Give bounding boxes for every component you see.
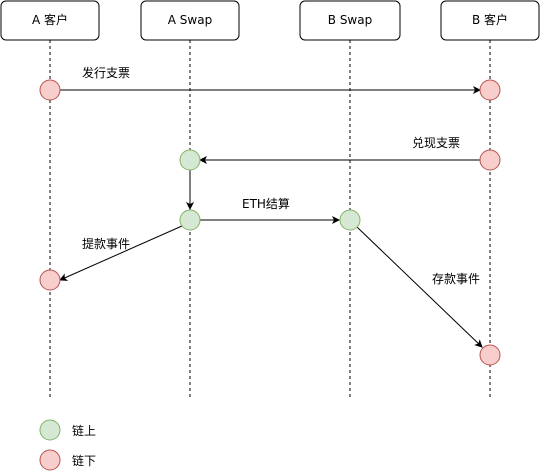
event-nodes [39, 79, 501, 366]
legend-offchain-label: 链下 [72, 453, 96, 468]
offchain-node [479, 344, 501, 366]
participant-label: B 客户 [472, 12, 508, 27]
legend-offchain-swatch [39, 449, 61, 471]
participant-a-swap: A Swap [140, 0, 240, 41]
diagram-canvas: A 客户 A Swap B Swap B 客户 发行支票 兑现支票 ETH结算 … [0, 0, 540, 471]
onchain-node [339, 209, 361, 231]
offchain-node [479, 79, 501, 101]
sequence-diagram: A 客户 A Swap B Swap B 客户 发行支票 兑现支票 ETH结算 … [0, 0, 541, 476]
onchain-node [179, 149, 201, 171]
arrow-withdraw-event [59, 225, 183, 281]
label-issue-check: 发行支票 [82, 65, 130, 80]
onchain-node [179, 209, 201, 231]
offchain-node [39, 269, 61, 291]
participant-b-client: B 客户 [440, 0, 540, 41]
legend-onchain-label: 链上 [72, 423, 96, 438]
participant-b-swap: B Swap [299, 0, 401, 41]
arrow-deposit-event [356, 226, 483, 348]
participant-label: B Swap [328, 13, 372, 27]
participant-a-client: A 客户 [0, 0, 100, 41]
offchain-node [479, 149, 501, 171]
label-withdraw-event: 提款事件 [82, 236, 130, 251]
legend-onchain-swatch [39, 419, 61, 441]
legend: 链上 链下 [39, 419, 96, 471]
message-arrows [59, 86, 483, 348]
participant-label: A 客户 [32, 12, 68, 27]
label-redeem-check: 兑现支票 [412, 136, 460, 150]
participant-label: A Swap [168, 13, 212, 27]
label-eth-settle: ETH结算 [242, 196, 290, 211]
label-deposit-event: 存款事件 [432, 272, 480, 286]
offchain-node [39, 79, 61, 101]
